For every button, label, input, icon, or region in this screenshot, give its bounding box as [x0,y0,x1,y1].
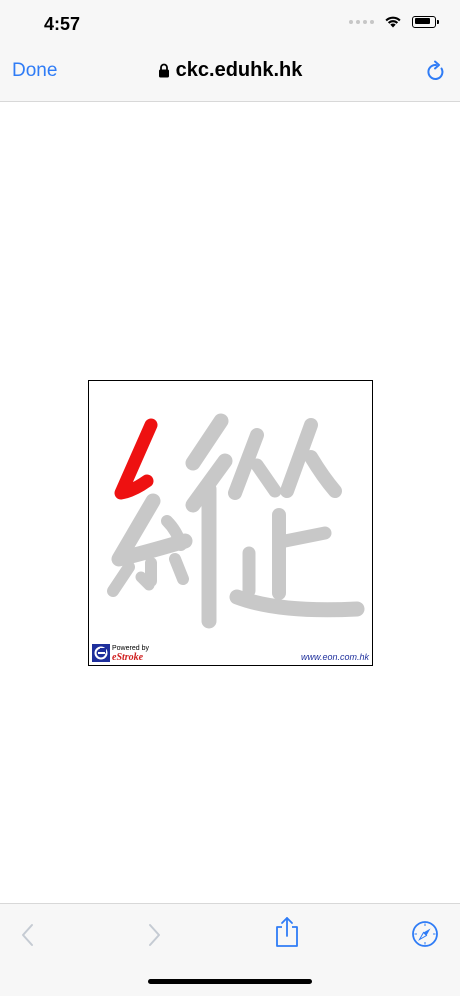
stroke-person-1 [185,413,229,471]
share-button[interactable] [274,916,300,953]
powered-by-estroke[interactable]: Powered by eStroke [92,644,149,663]
address-bar[interactable]: ckc.eduhk.hk [0,59,460,82]
web-content: Powered by eStroke www.eon.com.hk [0,102,460,903]
share-icon [276,917,298,947]
stroke-cong-2 [250,458,282,498]
stroke-cong-4 [304,450,342,498]
estroke-logo-icon [92,644,110,662]
cellular-signal-icon [349,19,374,24]
wifi-icon [385,16,401,28]
lock-icon [158,63,169,78]
home-indicator [148,979,312,984]
url-text: ckc.eduhk.hk [175,59,303,81]
stroke-zhi-4 [229,589,365,618]
status-icons [349,15,439,28]
stroke-zhi-2 [278,526,332,548]
open-in-safari-button[interactable] [411,920,439,953]
chevron-right-icon [149,924,160,946]
battery-icon [412,15,439,28]
estroke-brand: eStroke [112,652,144,663]
browser-nav-bar: Done ckc.eduhk.hk [0,44,460,102]
stroke-silk-6 [135,571,155,591]
stroke-silk-1-active [114,418,158,500]
chevron-left-icon [22,924,33,946]
eon-link[interactable]: www.eon.com.hk [301,652,369,662]
compass-icon [412,921,438,947]
reload-icon [427,60,444,80]
stroke-order-animation: Powered by eStroke www.eon.com.hk [88,380,373,666]
status-bar: 4:57 [0,0,460,44]
character-strokes [107,413,365,629]
reload-button[interactable] [426,60,446,87]
forward-button[interactable] [146,922,162,953]
stroke-silk-7 [169,553,189,585]
back-button[interactable] [20,922,36,953]
status-time: 4:57 [44,14,81,34]
stroke-silk-5 [107,561,135,597]
